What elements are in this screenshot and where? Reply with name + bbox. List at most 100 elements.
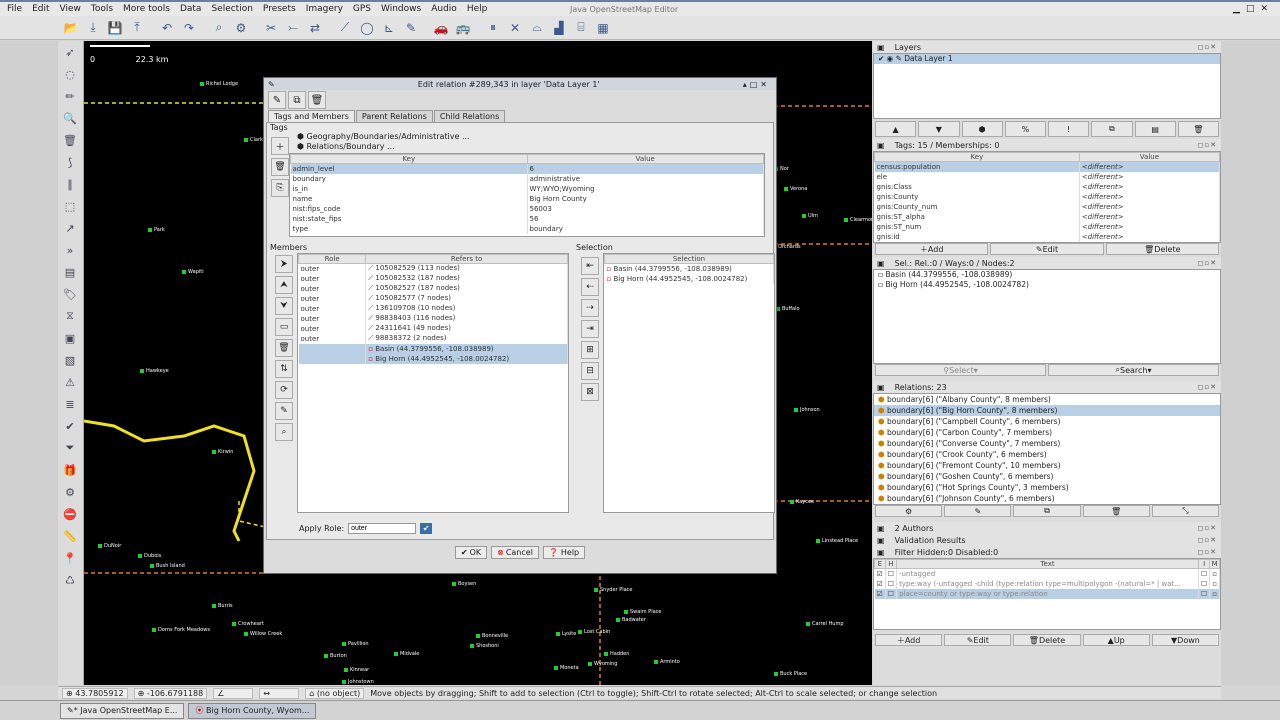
zoom-member-icon[interactable]: ⌕ bbox=[275, 423, 293, 441]
relation-item[interactable]: ⬢ boundary[6] ("Albany County", 8 member… bbox=[874, 394, 1220, 405]
panel-controls-icon[interactable]: ◻▫✕ bbox=[1198, 524, 1221, 532]
minimize-icon[interactable]: ▁ bbox=[1233, 4, 1240, 14]
filter-add-button[interactable]: ＋ Add bbox=[875, 634, 943, 646]
place-label[interactable]: Bonneville bbox=[476, 633, 508, 639]
car-icon[interactable]: 🚗 bbox=[430, 18, 452, 38]
align-line-icon[interactable]: ⟋ bbox=[334, 18, 356, 38]
ok-button[interactable]: ✔ OK bbox=[454, 546, 488, 559]
place-label[interactable]: Park bbox=[148, 227, 165, 233]
place-label[interactable]: Burris bbox=[212, 603, 233, 609]
relation-tag-row[interactable]: nist:state_fips 56 bbox=[290, 213, 764, 224]
relation-item[interactable]: ⬢ boundary[6] ("Goshen County", 6 member… bbox=[874, 471, 1220, 482]
tag-row[interactable]: ele <different> bbox=[874, 171, 1220, 182]
dialog-titlebar[interactable]: ✎ Edit relation #289,343 in layer 'Data … bbox=[264, 78, 776, 90]
relation-item[interactable]: ⬢ boundary[6] ("Big Horn County", 8 memb… bbox=[874, 405, 1220, 416]
place-label[interactable]: Boysen bbox=[452, 581, 476, 587]
move-up-icon[interactable]: ▲ bbox=[875, 121, 917, 137]
table-icon[interactable]: ▦ bbox=[592, 18, 614, 38]
maximize-icon[interactable]: □ bbox=[1246, 4, 1255, 14]
improve-way-icon[interactable]: ⟆ bbox=[58, 151, 82, 173]
selection-item[interactable]: ▫ Basin (44.3799556, -108.038989) bbox=[874, 270, 1220, 280]
relation-tag-row[interactable]: is_in WY;WYO;Wyoming bbox=[290, 183, 764, 194]
extrude-icon[interactable]: ⬚ bbox=[58, 195, 82, 217]
place-label[interactable]: Lost Cabin bbox=[578, 629, 610, 635]
member-row[interactable]: ▫ Big Horn (44.4952545, -108.0024782) bbox=[298, 353, 568, 364]
filter-hide-checkbox[interactable]: ☐ bbox=[885, 568, 898, 579]
selection-header-cell[interactable]: Selection bbox=[604, 254, 774, 264]
undo-icon[interactable]: ↶ bbox=[156, 18, 178, 38]
place-label[interactable]: Midvale bbox=[394, 651, 419, 657]
selection-row[interactable]: ▫ Basin (44.3799556, -108.038989) bbox=[604, 263, 774, 274]
relation-edit-icon[interactable]: ✎ bbox=[944, 505, 1012, 517]
place-label[interactable]: Pavillion bbox=[342, 641, 369, 647]
apply-icon[interactable]: ✎ bbox=[268, 91, 286, 109]
delete-layer-icon[interactable]: 🗑 bbox=[1177, 121, 1219, 137]
menu-item[interactable]: Windows bbox=[376, 4, 426, 14]
edit-tag-button[interactable]: ✎ Edit bbox=[990, 243, 1104, 255]
filter-inverse-checkbox[interactable]: ☐ bbox=[1198, 588, 1211, 599]
add-member-icon[interactable]: ⮞ bbox=[275, 255, 293, 273]
member-role[interactable]: outer bbox=[298, 273, 367, 284]
menu-item[interactable]: GPS bbox=[348, 4, 376, 14]
member-role[interactable]: outer bbox=[298, 333, 367, 344]
relation-tag-value[interactable]: 6 bbox=[527, 163, 764, 174]
combine-way-icon[interactable]: ⤚ bbox=[282, 18, 304, 38]
tag-row[interactable]: gnis:Class <different> bbox=[874, 181, 1220, 192]
member-role[interactable]: outer bbox=[298, 303, 367, 314]
filter-up-button[interactable]: ▲ Up bbox=[1082, 634, 1150, 646]
place-label[interactable]: Johnson bbox=[794, 407, 820, 413]
recycle-icon[interactable]: ♺ bbox=[58, 569, 82, 591]
relation-item[interactable]: ⬢ boundary[6] ("Hot Springs County", 3 m… bbox=[874, 482, 1220, 493]
filter-h-header[interactable]: H bbox=[884, 559, 898, 569]
relation-tag-value[interactable]: WY;WYO;Wyoming bbox=[527, 183, 764, 194]
member-role[interactable]: outer bbox=[298, 323, 367, 334]
paste-tags-icon[interactable]: ⎘ bbox=[271, 179, 289, 197]
member-row[interactable]: outer ⟋ 98838403 (116 nodes) bbox=[298, 313, 568, 324]
place-label[interactable]: Wyoming bbox=[588, 661, 617, 667]
relation-item[interactable]: ⬢ boundary[6] ("Crook County", 6 members… bbox=[874, 449, 1220, 460]
member-row[interactable]: ▫ Basin (44.3799556, -108.038989) bbox=[298, 343, 568, 354]
place-label[interactable]: Badwater bbox=[616, 617, 646, 623]
menu-item[interactable]: Tools bbox=[86, 4, 118, 14]
expand-icon[interactable]: ▣ bbox=[877, 141, 885, 150]
tags-key-header[interactable]: Key bbox=[874, 152, 1080, 162]
bench-icon[interactable]: ⌓ bbox=[526, 18, 548, 38]
tag-row[interactable]: gnis:County_num <different> bbox=[874, 201, 1220, 212]
place-label[interactable]: Dorns Fork Meadows bbox=[152, 627, 210, 633]
place-label[interactable]: Moneta bbox=[554, 665, 579, 671]
place-label[interactable]: Kinnear bbox=[344, 667, 369, 673]
place-label[interactable]: DuNoir bbox=[98, 543, 121, 549]
relation-tag-value[interactable]: administrative bbox=[527, 173, 764, 184]
place-label[interactable]: Buck Place bbox=[774, 671, 807, 677]
place-label[interactable]: Crowheart bbox=[232, 621, 264, 627]
tags-value-header[interactable]: Value bbox=[1078, 152, 1220, 162]
layer-props-icon[interactable]: ⬢ bbox=[961, 121, 1003, 137]
delete-tool-icon[interactable]: 🗑 bbox=[58, 129, 82, 151]
relation-delete-icon[interactable]: 🗑 bbox=[1082, 505, 1150, 517]
place-label[interactable]: Burton bbox=[324, 653, 347, 659]
apply-role-input[interactable] bbox=[348, 523, 417, 534]
place-label[interactable]: Lysite bbox=[556, 631, 576, 637]
move-member-up-icon[interactable]: ⮝ bbox=[275, 276, 293, 294]
image-icon[interactable]: ▧ bbox=[58, 349, 82, 371]
member-role[interactable]: outer bbox=[298, 313, 367, 324]
member-role[interactable]: outer bbox=[298, 293, 367, 304]
panel-controls-icon[interactable]: ◻▫✕ bbox=[1198, 259, 1221, 267]
apply-role-check-icon[interactable]: ✔ bbox=[420, 523, 433, 534]
relation-tag-row[interactable]: nist:fips_code 56003 bbox=[290, 203, 764, 214]
expand-icon[interactable]: ▣ bbox=[877, 536, 885, 545]
plugin-icon[interactable]: ⚙ bbox=[58, 481, 82, 503]
relation-duplicate-icon[interactable]: ⧉ bbox=[1013, 505, 1081, 517]
select-tool-icon[interactable]: ➶ bbox=[58, 41, 82, 63]
place-label[interactable]: Kirwin bbox=[212, 449, 233, 455]
add-selected-first-icon[interactable]: ⇤ bbox=[581, 257, 599, 275]
panel-toggle-icon[interactable]: ▤ bbox=[58, 261, 82, 283]
place-label[interactable]: Kaycee bbox=[790, 499, 814, 505]
place-label[interactable]: Verona bbox=[784, 186, 807, 192]
preset-link[interactable]: ⬢ Relations/Boundary ... bbox=[297, 142, 773, 152]
delete-relation-icon[interactable]: 🗑 bbox=[308, 91, 326, 109]
place-label[interactable]: Johnstown bbox=[342, 679, 374, 685]
move-down-icon[interactable]: ▼ bbox=[918, 121, 960, 137]
filter-hide-checkbox[interactable]: ☐ bbox=[885, 588, 898, 599]
place-label[interactable]: Clearmont bbox=[844, 217, 872, 223]
